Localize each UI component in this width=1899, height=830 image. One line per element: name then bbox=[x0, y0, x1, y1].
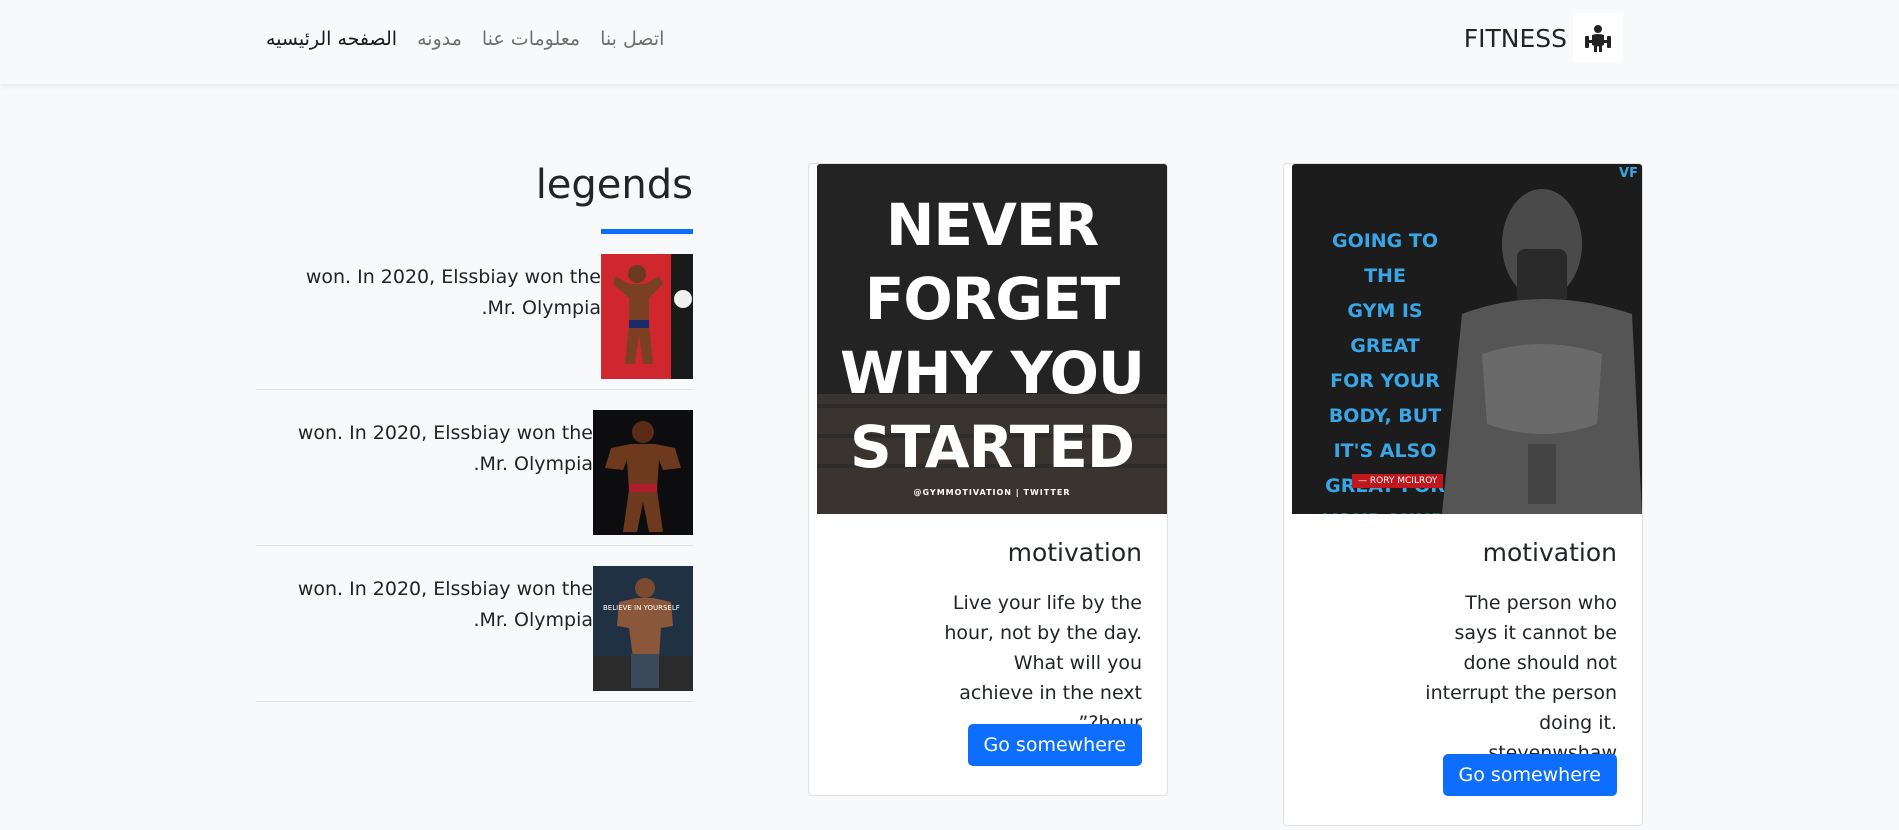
card-text: Live your life by the hour, not by the d… bbox=[944, 592, 1142, 734]
nav-link-home[interactable]: الصفحه الرئيسيه bbox=[266, 28, 397, 50]
legend-text: won. In 2020, Elssbiay won the Mr. Olymp… bbox=[297, 578, 593, 631]
legend-image: BELIEVE IN YOURSELF bbox=[593, 566, 693, 691]
brand-text[interactable]: FITNESS bbox=[1464, 24, 1567, 53]
card-image-line: YOUR MIND bbox=[1310, 504, 1460, 514]
card-image-credit: — RORY MCILROY bbox=[1352, 474, 1444, 488]
card-image-line: FOR YOUR bbox=[1330, 370, 1440, 392]
gym-logo-icon[interactable] bbox=[1573, 13, 1623, 63]
nav-links: الصفحه الرئيسيه مدونه معلومات عنا اتصل ب… bbox=[266, 28, 664, 50]
legends-title: legends bbox=[535, 162, 693, 208]
brand[interactable]: FITNESS bbox=[1464, 13, 1623, 63]
legend-image-caption: BELIEVE IN YOURSELF bbox=[603, 604, 680, 612]
card-title: motivation bbox=[1482, 538, 1617, 567]
card-image-line: NEVER bbox=[885, 191, 1099, 259]
legends-section: legends won. In 2020, Elssbiay won the M… bbox=[256, 160, 693, 702]
motivation-card: GOING TO THE GYM IS GREAT FOR YOUR BODY,… bbox=[1283, 163, 1643, 826]
legend-image bbox=[593, 410, 693, 535]
card-image-line: GOING TO THE bbox=[1331, 230, 1439, 287]
go-somewhere-button[interactable]: Go somewhere bbox=[1442, 754, 1617, 796]
card-image-credit: @GYMMOTIVATION | TWITTER bbox=[913, 488, 1071, 497]
card-image-line: STARTED bbox=[849, 413, 1135, 481]
legend-item[interactable]: BELIEVE IN YOURSELF won. In 2020, Elssbi… bbox=[256, 546, 693, 702]
legend-item[interactable]: won. In 2020, Elssbiay won the Mr. Olymp… bbox=[256, 234, 693, 390]
card-text: The person who says it cannot be done sh… bbox=[1425, 592, 1617, 764]
nav-link-contact[interactable]: اتصل بنا bbox=[600, 28, 664, 50]
motivation-card: NEVER FORGET WHY YOU STARTED @GYMMOTIVAT… bbox=[808, 163, 1168, 796]
legend-item[interactable]: won. In 2020, Elssbiay won the Mr. Olymp… bbox=[256, 390, 693, 546]
go-somewhere-button[interactable]: Go somewhere bbox=[967, 724, 1142, 766]
nav-link-blog[interactable]: مدونه bbox=[417, 28, 462, 50]
card-image-line: BODY, BUT bbox=[1328, 405, 1442, 427]
card-image-line: IT'S ALSO bbox=[1333, 440, 1437, 462]
nav-link-about[interactable]: معلومات عنا bbox=[482, 28, 580, 50]
card-image-line: WHY YOU bbox=[839, 339, 1145, 407]
navbar: FITNESS الصفحه الرئيسيه مدونه معلومات عن… bbox=[0, 0, 1899, 84]
card-image-line: FORGET bbox=[864, 265, 1120, 333]
card-title: motivation bbox=[1007, 538, 1142, 567]
legend-text: won. In 2020, Elssbiay won the Mr. Olymp… bbox=[305, 266, 601, 319]
legend-image bbox=[601, 254, 693, 379]
card-image: NEVER FORGET WHY YOU STARTED @GYMMOTIVAT… bbox=[817, 164, 1167, 514]
card-image-badge: VF bbox=[1619, 166, 1638, 181]
card-image-line: GYM IS GREAT bbox=[1347, 300, 1423, 357]
legend-text: won. In 2020, Elssbiay won the Mr. Olymp… bbox=[297, 422, 593, 475]
card-image: GOING TO THE GYM IS GREAT FOR YOUR BODY,… bbox=[1292, 164, 1642, 514]
